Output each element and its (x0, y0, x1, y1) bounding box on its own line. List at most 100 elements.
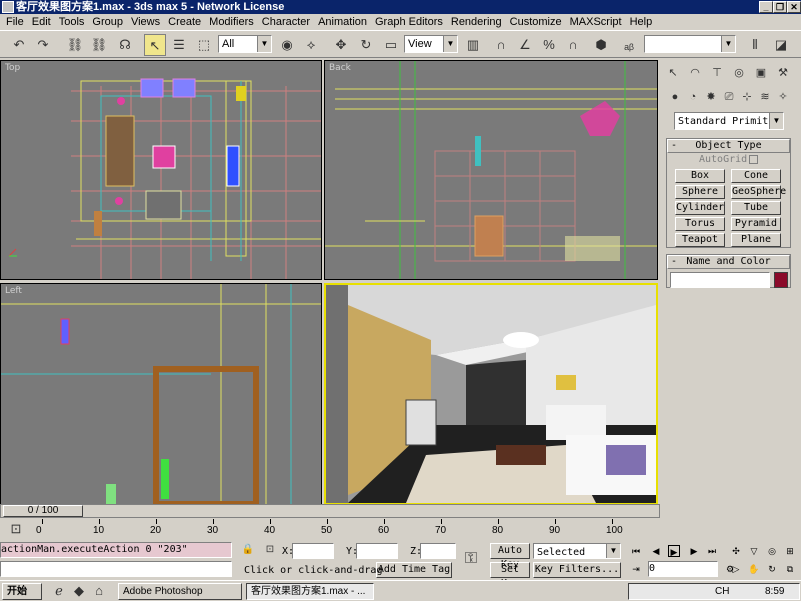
scale-icon[interactable]: ▭ (380, 34, 402, 56)
undo-icon[interactable]: ↶ (8, 34, 30, 56)
edit-named-selection-icon[interactable]: ₐᵦ (618, 34, 640, 56)
region-selection-icon[interactable]: ⬚ (193, 34, 215, 56)
field-of-view-icon[interactable]: ▷ (730, 563, 742, 575)
pivot-icon[interactable]: ▥ (462, 34, 484, 56)
menu-character[interactable]: Character (258, 16, 314, 28)
menu-group[interactable]: Group (88, 16, 127, 28)
current-frame-field[interactable]: 0 (648, 561, 718, 577)
restore-button[interactable]: ❐ (773, 1, 787, 13)
start-button[interactable]: 开始 (2, 583, 42, 600)
menu-modifiers[interactable]: Modifiers (205, 16, 258, 28)
hierarchy-tab-icon[interactable]: ⊤ (708, 64, 726, 82)
maxscript-listener[interactable]: actionMan.executeAction 0 "203" (0, 542, 232, 558)
set-key-icon[interactable]: ⚿ (460, 548, 482, 570)
selection-filter-dropdown[interactable]: All ▼ (218, 35, 272, 53)
spacewarps-icon[interactable]: ≋ (756, 88, 774, 106)
create-teapot-button[interactable]: Teapot (675, 233, 725, 247)
viewport-top[interactable]: Top (0, 60, 322, 280)
create-tube-button[interactable]: Tube (731, 201, 781, 215)
create-cone-button[interactable]: Cone (731, 169, 781, 183)
y-field[interactable] (356, 543, 398, 559)
previous-frame-icon[interactable]: ◀ (650, 545, 662, 557)
menu-create[interactable]: Create (164, 16, 205, 28)
app-icon[interactable] (2, 1, 14, 13)
helpers-icon[interactable]: ⊹ (738, 88, 756, 106)
rotate-icon[interactable]: ↻ (355, 34, 377, 56)
create-sphere-button[interactable]: Sphere (675, 185, 725, 199)
play-icon[interactable]: ▶ (668, 545, 680, 557)
menu-rendering[interactable]: Rendering (447, 16, 506, 28)
key-mode-dropdown[interactable]: Selected ▼ (533, 543, 621, 559)
unlink-icon[interactable]: ⛓ (88, 34, 110, 56)
set-key-button[interactable]: Set Key (490, 562, 530, 589)
menu-animation[interactable]: Animation (314, 16, 371, 28)
create-cylinder-button[interactable]: Cylinder (675, 201, 725, 215)
viewport-left[interactable]: Left (0, 283, 322, 505)
select-rotate-icon[interactable]: ⟡ (300, 34, 322, 56)
pan-icon[interactable]: ✋ (748, 563, 760, 575)
menu-maxscript[interactable]: MAXScript (566, 16, 626, 28)
lights-icon[interactable]: ✸ (702, 88, 720, 106)
menu-views[interactable]: Views (127, 16, 164, 28)
shapes-icon[interactable]: ◔ (684, 88, 702, 106)
display-tab-icon[interactable]: ▣ (752, 64, 770, 82)
select-object-icon[interactable]: ↖ (144, 34, 166, 56)
named-selection-sets-dropdown[interactable]: ▼ (644, 35, 736, 53)
arc-rotate-icon[interactable]: ↻ (766, 563, 778, 575)
task-3dsmax[interactable]: 客厅效果图方案1.max - ... (246, 583, 374, 600)
lock-icon[interactable]: 🔒 (240, 542, 256, 558)
object-type-header[interactable]: - Object Type (667, 139, 790, 153)
ie-icon[interactable]: ℯ (50, 582, 68, 600)
mirror-icon[interactable]: ⫴ (744, 34, 766, 56)
systems-icon[interactable]: ✧ (774, 88, 792, 106)
object-color-swatch[interactable] (774, 272, 788, 288)
menu-customize[interactable]: Customize (506, 16, 566, 28)
zoom-extents-all-icon[interactable]: ⊞ (784, 545, 796, 557)
create-pyramid-button[interactable]: Pyramid (731, 217, 781, 231)
snap-2d-icon[interactable]: ∩ (490, 34, 512, 56)
geometry-icon[interactable]: ● (666, 88, 684, 106)
object-name-field[interactable] (670, 272, 770, 288)
create-plane-button[interactable]: Plane (731, 233, 781, 247)
x-field[interactable] (292, 543, 334, 559)
menu-edit[interactable]: Edit (28, 16, 55, 28)
maximize-viewport-icon[interactable]: ⧉ (784, 563, 796, 575)
maxscript-input[interactable] (0, 561, 232, 577)
create-tab-icon[interactable]: ↖ (664, 64, 682, 82)
menu-graph-editors[interactable]: Graph Editors (371, 16, 447, 28)
move-icon[interactable]: ✥ (330, 34, 352, 56)
add-time-tag-button[interactable]: Add Time Tag (376, 562, 452, 578)
menu-file[interactable]: File (2, 16, 28, 28)
create-torus-button[interactable]: Torus (675, 217, 725, 231)
select-by-name-icon[interactable]: ☰ (168, 34, 190, 56)
reference-coordinate-dropdown[interactable]: View ▼ (404, 35, 458, 53)
create-geosphere-button[interactable]: GeoSphere (731, 185, 786, 199)
z-field[interactable] (420, 543, 456, 559)
bind-spacewarp-icon[interactable]: ☊ (114, 34, 136, 56)
cameras-icon[interactable]: ⎚ (720, 88, 738, 106)
select-link-icon[interactable]: ⛓ (64, 34, 86, 56)
zoom-extents-icon[interactable]: ◎ (766, 545, 778, 557)
quicklaunch-icon[interactable]: ◆ (70, 582, 88, 600)
language-indicator[interactable]: CH (715, 584, 729, 599)
time-slider-thumb[interactable]: 0 / 100 (3, 505, 83, 517)
modify-tab-icon[interactable]: ◠ (686, 64, 704, 82)
track-bar[interactable]: ⊡ 0 10 20 30 40 50 60 70 80 90 100 (0, 519, 660, 541)
viewport-perspective[interactable] (324, 283, 658, 505)
autogrid-checkbox[interactable] (749, 155, 758, 164)
menu-help[interactable]: Help (626, 16, 657, 28)
time-slider[interactable]: 0 / 100 (0, 504, 660, 518)
zoom-all-icon[interactable]: ▽ (748, 545, 760, 557)
key-mode-toggle-icon[interactable]: ⇥ (630, 563, 642, 575)
create-box-button[interactable]: Box (675, 169, 725, 183)
redo-icon[interactable]: ↷ (32, 34, 54, 56)
next-frame-icon[interactable]: ▶ (688, 545, 700, 557)
category-dropdown[interactable]: Standard Primitiv ▼ (674, 112, 784, 130)
task-photoshop[interactable]: Adobe Photoshop (118, 583, 242, 600)
motion-tab-icon[interactable]: ◎ (730, 64, 748, 82)
select-move-icon[interactable]: ◉ (276, 34, 298, 56)
angle-snap-icon[interactable]: ∠ (514, 34, 536, 56)
close-button[interactable]: ✕ (787, 1, 801, 13)
key-filters-button[interactable]: Key Filters... (533, 562, 621, 578)
utilities-tab-icon[interactable]: ⚒ (774, 64, 792, 82)
